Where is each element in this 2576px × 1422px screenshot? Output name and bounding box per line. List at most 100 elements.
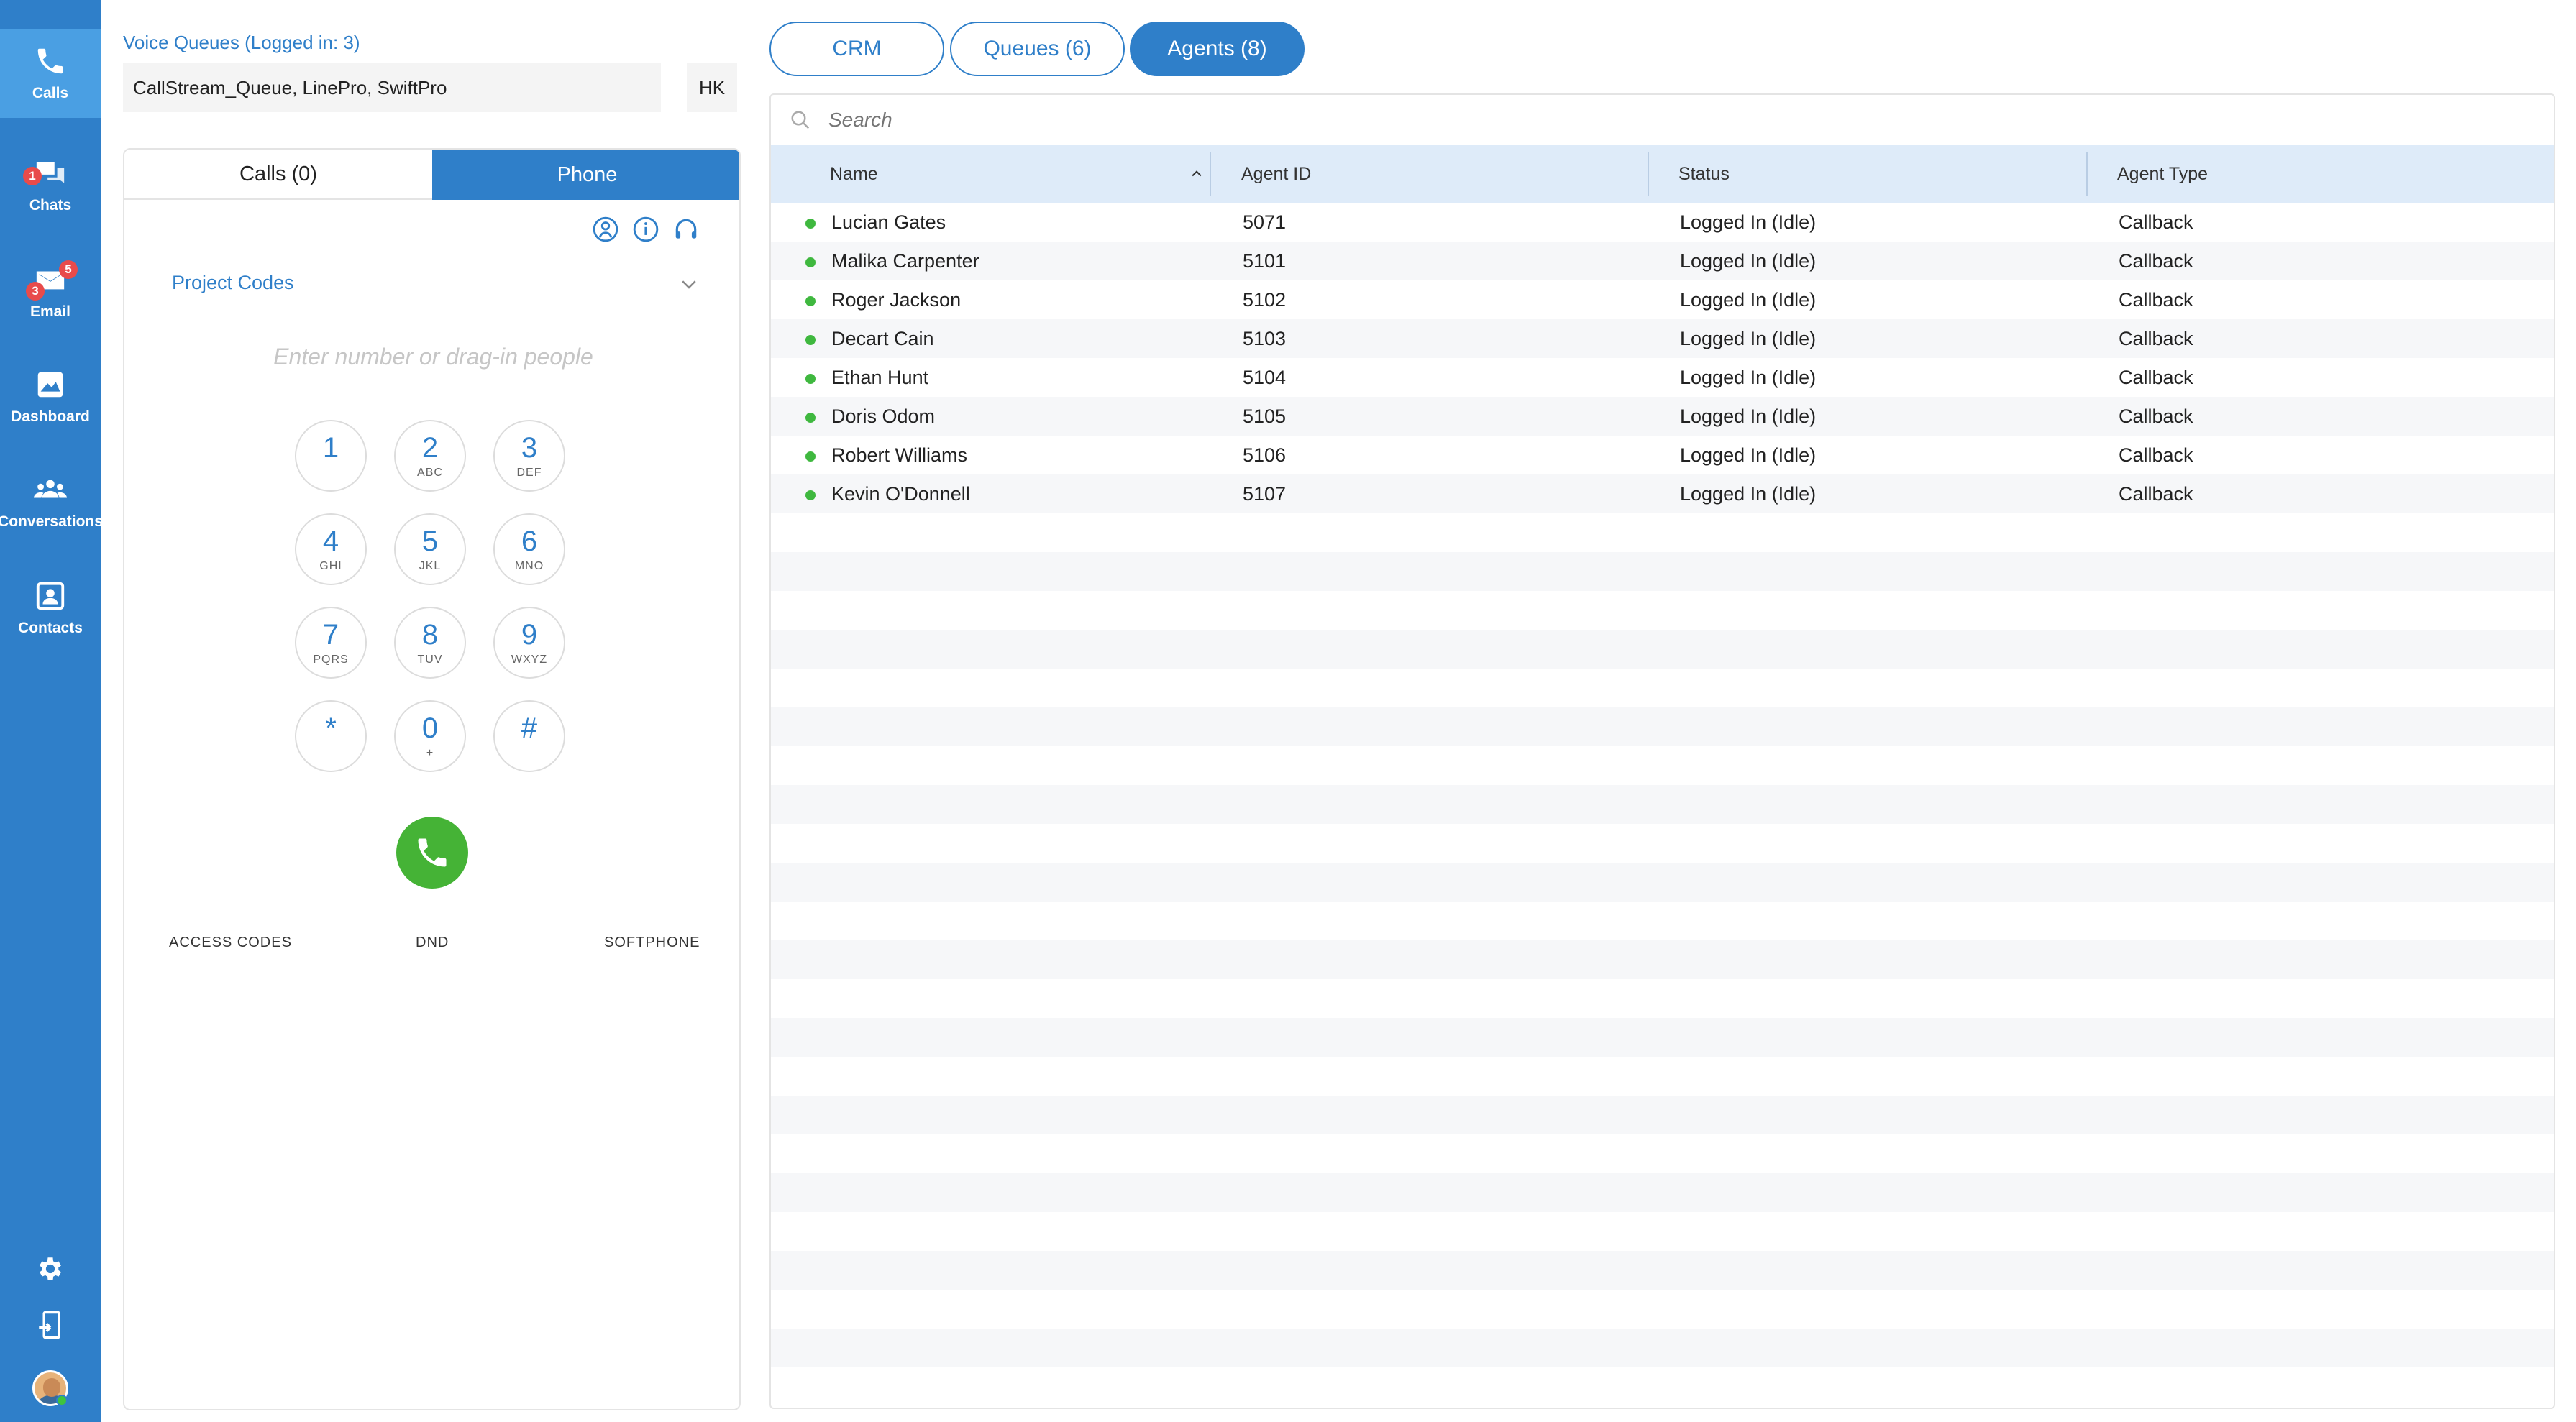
empty-row — [771, 1290, 2554, 1329]
empty-row — [771, 1057, 2554, 1096]
phone-utility-icons — [592, 216, 700, 243]
headset-icon[interactable] — [672, 216, 700, 243]
empty-row — [771, 552, 2554, 591]
status-dot — [805, 257, 816, 267]
agent-status: Logged In (Idle) — [1680, 444, 1817, 466]
status-dot — [805, 490, 816, 500]
region-button[interactable]: HK — [687, 63, 737, 112]
table-row[interactable]: Doris Odom 5105 Logged In (Idle) Callbac… — [771, 397, 2554, 436]
nav-chats[interactable]: Chats 1 — [0, 141, 101, 230]
status-dot — [805, 413, 816, 423]
voice-queues-select[interactable]: CallStream_Queue, LinePro, SwiftPro — [123, 63, 661, 112]
dialpad-key-hash[interactable]: # — [493, 700, 565, 772]
dialpad-key-8[interactable]: 8 TUV — [394, 607, 466, 679]
dialpad-key-6[interactable]: 6 MNO — [493, 513, 565, 585]
dialpad-key-9[interactable]: 9 WXYZ — [493, 607, 565, 679]
sidebar: Calls Chats 1 Email 5 3 Dashboard Conver… — [0, 0, 103, 1422]
user-avatar-button[interactable] — [0, 1370, 101, 1406]
agent-status: Logged In (Idle) — [1680, 327, 1817, 349]
info-icon[interactable] — [632, 216, 659, 243]
table-row[interactable]: Roger Jackson 5102 Logged In (Idle) Call… — [771, 280, 2554, 319]
logout-icon — [39, 1311, 60, 1339]
logout-button[interactable] — [0, 1310, 101, 1340]
dialpad-key-0[interactable]: 0 + — [394, 700, 466, 772]
nav-dashboard[interactable]: Dashboard — [0, 352, 101, 441]
empty-row — [771, 1367, 2554, 1406]
table-row[interactable]: Kevin O'Donnell 5107 Logged In (Idle) Ca… — [771, 474, 2554, 513]
tab-agents[interactable]: Agents (8) — [1130, 22, 1305, 76]
email-unread-badge: 5 — [59, 260, 78, 279]
column-header-agent-id[interactable]: Agent ID — [1241, 145, 1311, 203]
empty-row — [771, 1329, 2554, 1367]
status-dot — [805, 335, 816, 345]
chevron-down-icon[interactable] — [678, 273, 700, 295]
table-row[interactable]: Ethan Hunt 5104 Logged In (Idle) Callbac… — [771, 358, 2554, 397]
agent-name: Lucian Gates — [831, 211, 946, 233]
dialpad-key-star[interactable]: * — [295, 700, 367, 772]
dialpad-key-2[interactable]: 2 ABC — [394, 420, 466, 492]
column-header-agent-type[interactable]: Agent Type — [2117, 145, 2208, 203]
search-icon — [791, 111, 810, 129]
agent-id: 5107 — [1243, 482, 1287, 505]
voice-queues-title: Voice Queues (Logged in: 3) — [123, 32, 360, 53]
nav-conversations[interactable]: Conversations — [0, 457, 103, 546]
project-codes-label[interactable]: Project Codes — [172, 272, 294, 294]
agent-status: Logged In (Idle) — [1680, 288, 1817, 311]
nav-calls[interactable]: Calls — [0, 29, 101, 118]
agent-type: Callback — [2119, 327, 2193, 349]
column-divider[interactable] — [2086, 152, 2088, 196]
column-header-status[interactable]: Status — [1678, 145, 1730, 203]
agent-id: 5071 — [1243, 211, 1287, 233]
dialpad-key-5[interactable]: 5 JKL — [394, 513, 466, 585]
conversations-icon — [34, 480, 67, 498]
empty-row — [771, 979, 2554, 1018]
column-divider[interactable] — [1210, 152, 1211, 196]
agent-type: Callback — [2119, 366, 2193, 388]
column-header-name[interactable]: Name — [830, 145, 878, 203]
softphone-link[interactable]: SOFTPHONE — [604, 935, 700, 951]
tab-phone[interactable]: Phone — [432, 150, 739, 200]
dnd-link[interactable]: DND — [416, 935, 449, 951]
agent-status: Logged In (Idle) — [1680, 366, 1817, 388]
tab-calls[interactable]: Calls (0) — [124, 150, 432, 200]
dialpad-key-7[interactable]: 7 PQRS — [295, 607, 367, 679]
agent-status-icon[interactable] — [592, 216, 619, 243]
nav-label: Conversations — [0, 513, 103, 530]
dashboard-icon — [37, 372, 63, 398]
dial-call-button[interactable] — [396, 817, 468, 889]
agent-type: Callback — [2119, 211, 2193, 233]
status-dot — [805, 451, 816, 462]
nav-label: Contacts — [18, 620, 83, 636]
agent-id: 5101 — [1243, 249, 1287, 272]
table-row[interactable]: Lucian Gates 5071 Logged In (Idle) Callb… — [771, 203, 2554, 242]
dial-number-input[interactable]: Enter number or drag-in people — [124, 344, 739, 370]
nav-email[interactable]: Email 5 3 — [0, 247, 101, 336]
agent-name: Roger Jackson — [831, 288, 962, 311]
empty-row — [771, 824, 2554, 863]
nav-contacts[interactable]: Contacts — [0, 564, 101, 653]
empty-row — [771, 863, 2554, 902]
sort-ascending-icon[interactable] — [1189, 167, 1204, 181]
dialpad-key-4[interactable]: 4 GHI — [295, 513, 367, 585]
search-input[interactable] — [828, 105, 1476, 135]
contacts-icon — [36, 582, 65, 610]
status-dot — [805, 296, 816, 306]
agent-name: Kevin O'Donnell — [831, 482, 970, 505]
empty-row — [771, 785, 2554, 824]
dialpad-key-3[interactable]: 3 DEF — [493, 420, 565, 492]
dialpad-key-1[interactable]: 1 — [295, 420, 367, 492]
tab-queues[interactable]: Queues (6) — [950, 22, 1125, 76]
table-row[interactable]: Malika Carpenter 5101 Logged In (Idle) C… — [771, 242, 2554, 280]
settings-button[interactable] — [0, 1254, 101, 1284]
empty-row — [771, 1096, 2554, 1134]
empty-row — [771, 669, 2554, 707]
agent-name: Decart Cain — [831, 327, 934, 349]
column-divider[interactable] — [1648, 152, 1649, 196]
table-row[interactable]: Robert Williams 5106 Logged In (Idle) Ca… — [771, 436, 2554, 474]
phone-card: Calls (0) Phone Project Codes Enter numb… — [123, 148, 741, 1410]
table-row[interactable]: Decart Cain 5103 Logged In (Idle) Callba… — [771, 319, 2554, 358]
agent-status: Logged In (Idle) — [1680, 405, 1817, 427]
tab-crm[interactable]: CRM — [769, 22, 944, 76]
chat-count-badge: 1 — [23, 167, 42, 185]
access-codes-link[interactable]: ACCESS CODES — [169, 935, 292, 951]
